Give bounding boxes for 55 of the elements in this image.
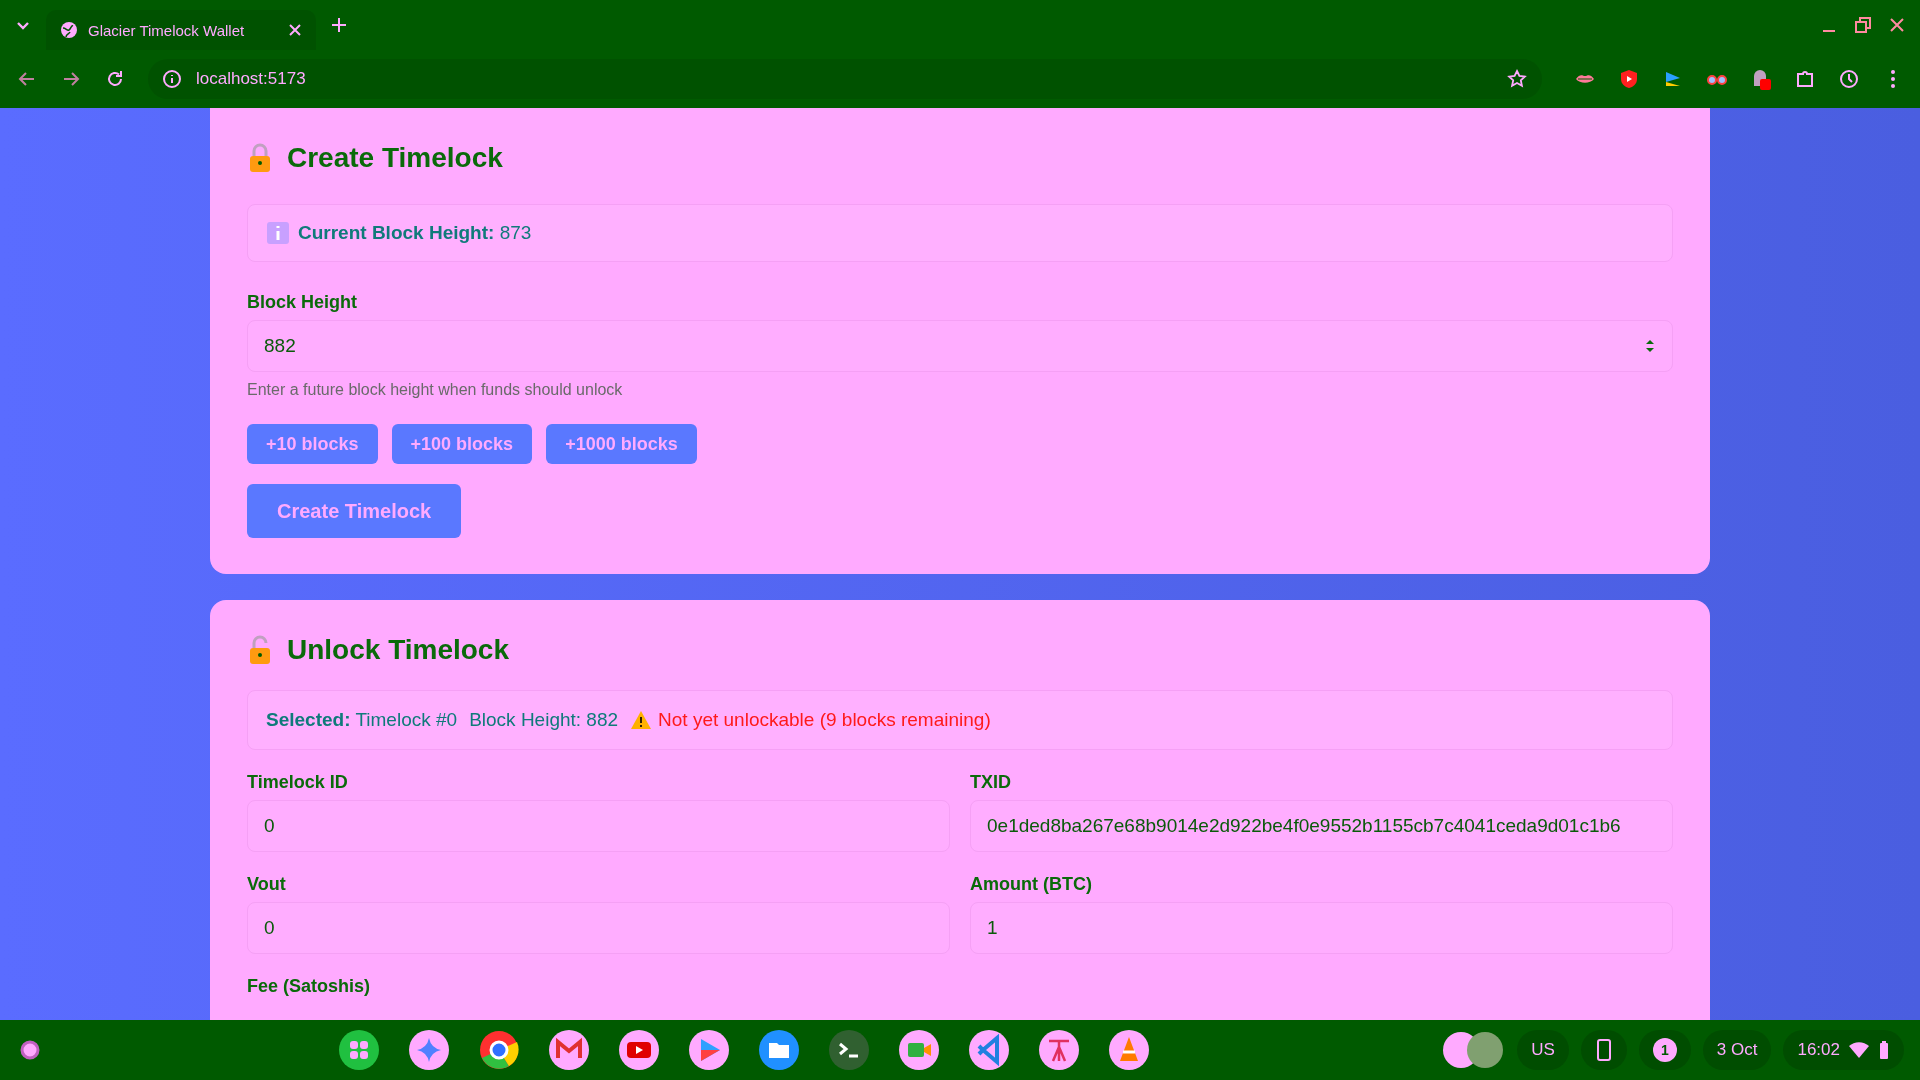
field-label: Amount (BTC) <box>970 874 1093 894</box>
star-icon[interactable] <box>1506 68 1528 90</box>
warning-text: Not yet unlockable (9 blocks remaining) <box>658 709 991 731</box>
globe-icon <box>60 21 78 39</box>
notification-count: 1 <box>1652 1038 1677 1062</box>
field-label: Vout <box>247 874 287 894</box>
shield-icon[interactable] <box>1618 68 1640 90</box>
block-height-text: Block Height: 882 <box>469 709 619 731</box>
phone-icon <box>1594 1038 1613 1062</box>
url-text: localhost:5173 <box>196 69 307 89</box>
sparkle-icon[interactable] <box>408 1030 449 1070</box>
card-title: Unlock Timelock <box>287 633 509 667</box>
status-tray[interactable]: 16:02 <box>1783 1030 1904 1070</box>
battery-icon <box>1878 1040 1890 1060</box>
notification-button[interactable]: 1 <box>1638 1030 1691 1070</box>
hint-text: Enter a future block height when funds should unlock <box>247 382 624 398</box>
terminal-icon[interactable] <box>828 1030 869 1070</box>
field-label: Fee (Satoshis) <box>247 976 372 996</box>
input-field[interactable]: 1 <box>970 902 1673 954</box>
info-icon <box>162 69 182 89</box>
spinner-arrows-icon[interactable] <box>1644 337 1656 355</box>
clock-text: 16:02 <box>1797 1040 1840 1060</box>
close-icon[interactable] <box>288 23 302 37</box>
app-grid-icon[interactable] <box>338 1030 379 1070</box>
browser-tab[interactable]: Glacier Timelock Wallet <box>46 10 316 50</box>
mail-icon[interactable] <box>548 1030 589 1070</box>
field-label: TXID <box>970 772 1012 792</box>
wifi-icon <box>1848 1041 1870 1059</box>
tab-title: Glacier Timelock Wallet <box>88 21 246 39</box>
address-bar[interactable]: localhost:5173 <box>148 59 1542 99</box>
warning-icon <box>630 710 653 730</box>
video-play-icon[interactable] <box>618 1030 659 1070</box>
input-field[interactable]: 0e1ded8ba267e68b9014e2d922be4f0e9552b1155cb7c4041ceda9d01c1b6 <box>970 800 1673 852</box>
info-text: Current Block Height: 873 <box>298 222 532 244</box>
unlocked-padlock-icon <box>247 635 273 665</box>
phone-hub-button[interactable] <box>1580 1030 1627 1070</box>
number-field[interactable]: 882 <box>247 320 1673 372</box>
input-field[interactable]: 0 <box>247 800 950 852</box>
camera-icon[interactable] <box>898 1030 939 1070</box>
padlock-icon <box>247 143 273 173</box>
browser-icon[interactable] <box>478 1030 519 1070</box>
date-button[interactable]: 3 Oct <box>1702 1030 1772 1070</box>
field-label: Block Height <box>247 292 358 312</box>
restore-icon[interactable] <box>1852 14 1874 36</box>
field-label: Timelock ID <box>247 772 349 792</box>
code-editor-icon[interactable] <box>968 1030 1009 1070</box>
selected-text: Selected: Timelock #0 <box>266 709 458 731</box>
card-title: Create Timelock <box>287 141 503 175</box>
history-icon[interactable] <box>1838 68 1860 90</box>
keyboard-layout-button[interactable]: US <box>1517 1030 1569 1070</box>
account-avatar-icon[interactable] <box>1441 1030 1506 1070</box>
info-icon <box>266 221 290 245</box>
traffic-cone-icon[interactable] <box>1108 1030 1149 1070</box>
folder-icon[interactable] <box>758 1030 799 1070</box>
input-field[interactable]: 0 <box>247 902 950 954</box>
